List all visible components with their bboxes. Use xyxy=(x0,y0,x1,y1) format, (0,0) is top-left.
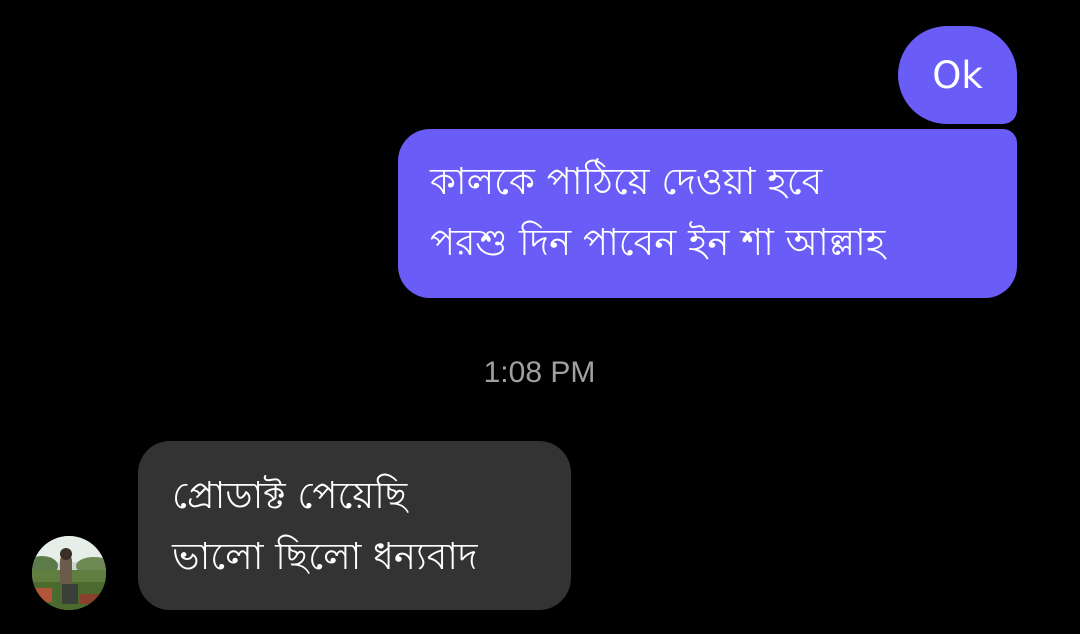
message-text: Ok xyxy=(932,53,983,97)
incoming-message[interactable]: প্রোডাক্ট পেয়েছি ভালো ছিলো ধন্যবাদ xyxy=(138,441,571,610)
message-text-line-2: পরশু দিন পাবেন ইন শা আল্লাহ xyxy=(430,221,886,264)
message-timestamp: 1:08 PM xyxy=(483,356,596,389)
message-text-line-1: প্রোডাক্ট পেয়েছি xyxy=(172,474,408,517)
outgoing-message-ok[interactable]: Ok xyxy=(898,26,1017,124)
contact-avatar[interactable] xyxy=(32,536,106,610)
message-text-line-2: ভালো ছিলো ধন্যবাদ xyxy=(172,535,478,578)
outgoing-message-delivery[interactable]: কালকে পাঠিয়ে দেওয়া হবে পরশু দিন পাবেন … xyxy=(398,129,1017,298)
message-text-line-1: কালকে পাঠিয়ে দেওয়া হবে xyxy=(430,160,823,203)
avatar-photo-icon xyxy=(32,536,106,610)
